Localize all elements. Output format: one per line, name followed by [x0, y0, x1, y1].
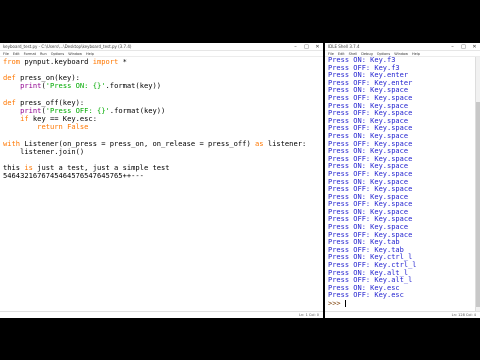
code-token: print — [20, 81, 42, 91]
menu-debug[interactable]: Debug — [361, 52, 373, 56]
code-token: * — [118, 57, 127, 66]
code-line: print('Press ON: {}'.format(key)) — [3, 82, 321, 90]
shell-statusbar: Ln: 128 Col: 4 — [325, 311, 480, 318]
close-icon[interactable]: ✕ — [312, 43, 323, 50]
shell-scrollbar[interactable] — [475, 57, 480, 311]
code-editor-area[interactable]: from pynput.keyboard import * def press_… — [3, 57, 321, 308]
menu-window[interactable]: Window — [68, 52, 82, 56]
editor-window[interactable]: keyboard_test.py - C:\Users\...\Desktop\… — [0, 43, 323, 318]
maximize-icon[interactable]: □ — [458, 43, 469, 50]
close-icon[interactable]: ✕ — [469, 43, 480, 50]
code-token: pynput.keyboard — [20, 57, 93, 66]
code-token: 5464321676745464576547645765++--- — [3, 171, 144, 181]
code-token: as — [255, 138, 264, 148]
menu-options[interactable]: Options — [51, 52, 65, 56]
menu-file[interactable]: File — [328, 52, 334, 56]
menu-edit[interactable]: Edit — [338, 52, 345, 56]
maximize-icon[interactable]: □ — [301, 43, 312, 50]
menu-help[interactable]: Help — [412, 52, 420, 56]
menu-run[interactable]: Run — [40, 52, 47, 56]
editor-title: keyboard_test.py - C:\Users\...\Desktop\… — [3, 44, 132, 49]
minimize-icon[interactable]: – — [290, 43, 301, 50]
code-line: listener.join() — [3, 146, 321, 156]
code-token: False — [67, 122, 89, 132]
shell-output-line: Press OFF: Key.esc — [328, 291, 404, 300]
editor-titlebar[interactable]: keyboard_test.py - C:\Users\...\Desktop\… — [0, 43, 323, 51]
menu-window[interactable]: Window — [394, 52, 408, 56]
text-cursor — [344, 300, 346, 307]
code-token: .format(key)) — [109, 105, 166, 115]
code-token: 'Press ON: {}' — [45, 81, 106, 91]
shell-prompt-line[interactable]: >>> — [328, 300, 478, 308]
menu-format[interactable]: Format — [24, 52, 36, 56]
code-token: listener: — [263, 138, 307, 148]
menu-edit[interactable]: Edit — [13, 52, 20, 56]
menu-options[interactable]: Options — [377, 52, 391, 56]
code-line: 5464321676745464576547645765++--- — [3, 172, 321, 180]
code-token: .format(key)) — [105, 81, 162, 91]
shell-prompt: >>> — [328, 299, 345, 308]
code-line: from pynput.keyboard import * — [3, 57, 321, 66]
scrollbar-thumb[interactable] — [476, 102, 480, 307]
menu-shell[interactable]: Shell — [349, 52, 358, 56]
shell-titlebar[interactable]: IDLE Shell 3.7.4 – □ ✕ — [325, 43, 480, 51]
menu-file[interactable]: File — [3, 52, 9, 56]
code-token: listener.join() — [3, 146, 85, 156]
code-line: return False — [3, 123, 321, 131]
code-token: import — [92, 57, 119, 66]
editor-statusbar: Ln: 1 Col: 0 — [0, 311, 323, 318]
minimize-icon[interactable]: – — [447, 43, 458, 50]
shell-output-area[interactable]: Press ON: Key.f3 Press OFF: Key.f3 Press O… — [328, 56, 478, 308]
shell-title: IDLE Shell 3.7.4 — [328, 44, 360, 49]
shell-window[interactable]: IDLE Shell 3.7.4 – □ ✕ File Edit Shell D… — [325, 43, 480, 318]
code-token: return — [37, 122, 63, 132]
menu-help[interactable]: Help — [86, 52, 94, 56]
